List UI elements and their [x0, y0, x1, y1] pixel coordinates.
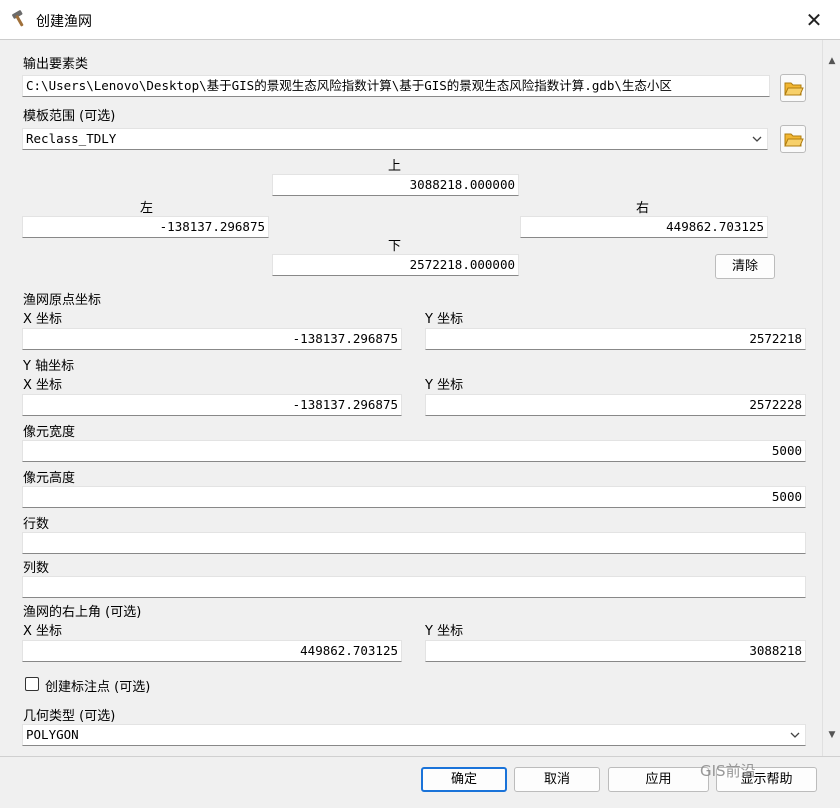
- create-labels-label: 创建标注点 (可选): [45, 680, 151, 695]
- output-path-field[interactable]: C:\Users\Lenovo\Desktop\基于GIS的景观生态风险指数计算…: [22, 75, 770, 97]
- origin-y-field[interactable]: 2572218: [425, 328, 806, 350]
- output-browse-button[interactable]: [780, 74, 806, 102]
- extent-right-label: 右: [636, 201, 650, 216]
- corner-label: 渔网的右上角 (可选): [23, 605, 142, 620]
- origin-y-label: Y 坐标: [425, 312, 464, 327]
- y-axis-y-field[interactable]: 2572228: [425, 394, 806, 416]
- extent-bottom-field[interactable]: 2572218.000000: [272, 254, 519, 276]
- extent-left-label: 左: [140, 201, 154, 216]
- extent-bottom-label: 下: [388, 239, 402, 254]
- close-icon[interactable]: ✕: [800, 6, 828, 34]
- corner-y-label: Y 坐标: [425, 624, 464, 639]
- ok-button[interactable]: 确定: [421, 767, 507, 792]
- cancel-button[interactable]: 取消: [514, 767, 600, 792]
- window-title: 创建渔网: [36, 14, 92, 30]
- origin-label: 渔网原点坐标: [23, 293, 102, 308]
- template-dropdown[interactable]: Reclass_TDLY: [22, 128, 768, 150]
- template-selected: Reclass_TDLY: [26, 131, 117, 146]
- template-browse-button[interactable]: [780, 125, 806, 153]
- corner-x-label: X 坐标: [23, 624, 63, 639]
- origin-x-label: X 坐标: [23, 312, 63, 327]
- corner-y-field[interactable]: 3088218: [425, 640, 806, 662]
- origin-x-field[interactable]: -138137.296875: [22, 328, 402, 350]
- open-folder-icon: [784, 133, 804, 147]
- cell-height-field[interactable]: 5000: [22, 486, 806, 508]
- rows-field[interactable]: [22, 532, 806, 554]
- open-folder-icon: [784, 82, 804, 96]
- cell-width-label: 像元宽度: [23, 425, 76, 440]
- parameters-panel: 输出要素类 C:\Users\Lenovo\Desktop\基于GIS的景观生态…: [0, 40, 822, 756]
- extent-left-field[interactable]: -138137.296875: [22, 216, 269, 238]
- geometry-selected: POLYGON: [26, 727, 79, 742]
- create-labels-checkbox[interactable]: [25, 677, 39, 691]
- chevron-down-icon: [751, 130, 763, 149]
- scroll-up-icon[interactable]: ▲: [823, 52, 840, 70]
- apply-button[interactable]: 应用: [608, 767, 709, 792]
- create-fishnet-dialog: 创建渔网 ✕ 输出要素类 C:\Users\Lenovo\Desktop\基于G…: [0, 0, 840, 808]
- clear-button[interactable]: 清除: [715, 254, 775, 279]
- extent-top-label: 上: [388, 159, 402, 174]
- scroll-down-icon[interactable]: ▼: [823, 726, 840, 744]
- chevron-down-icon: [789, 726, 801, 745]
- y-axis-x-field[interactable]: -138137.296875: [22, 394, 402, 416]
- corner-x-field[interactable]: 449862.703125: [22, 640, 402, 662]
- geometry-dropdown[interactable]: POLYGON: [22, 724, 806, 746]
- cell-height-label: 像元高度: [23, 471, 76, 486]
- columns-label: 列数: [23, 561, 50, 576]
- y-axis-y-label: Y 坐标: [425, 378, 464, 393]
- template-label: 模板范围 (可选): [23, 109, 116, 124]
- watermark: GIS前沿: [700, 762, 756, 780]
- cell-width-field[interactable]: 5000: [22, 440, 806, 462]
- extent-right-field[interactable]: 449862.703125: [520, 216, 768, 238]
- geometry-label: 几何类型 (可选): [23, 709, 116, 724]
- rows-label: 行数: [23, 517, 50, 532]
- output-label: 输出要素类: [23, 57, 89, 72]
- vertical-scrollbar[interactable]: ▲ ▼: [822, 40, 840, 756]
- extent-top-field[interactable]: 3088218.000000: [272, 174, 519, 196]
- title-bar: 创建渔网 ✕: [0, 0, 840, 40]
- y-axis-label: Y 轴坐标: [23, 359, 75, 374]
- columns-field[interactable]: [22, 576, 806, 598]
- hammer-icon: [12, 10, 24, 27]
- y-axis-x-label: X 坐标: [23, 378, 63, 393]
